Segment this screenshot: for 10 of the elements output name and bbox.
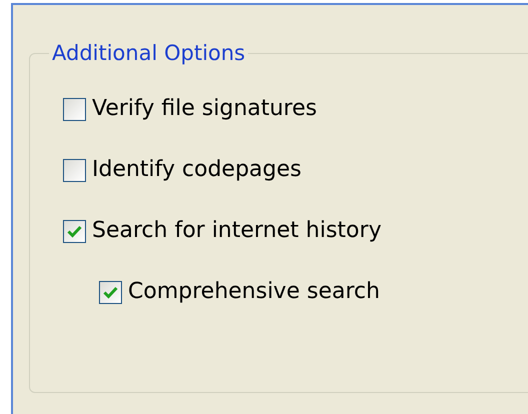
checkbox[interactable] [99, 280, 122, 304]
checkmark-icon [103, 286, 118, 298]
checkbox[interactable] [63, 98, 86, 120]
checkbox-label: Search for internet history [92, 217, 382, 245]
checkbox-label: Identify codepages [92, 156, 302, 184]
checkbox[interactable] [63, 220, 86, 242]
checkbox-label: Comprehensive search [128, 278, 380, 306]
checkmark-icon [67, 224, 82, 238]
checkbox[interactable] [63, 158, 86, 182]
checkbox-label: Verify file signatures [92, 95, 317, 123]
